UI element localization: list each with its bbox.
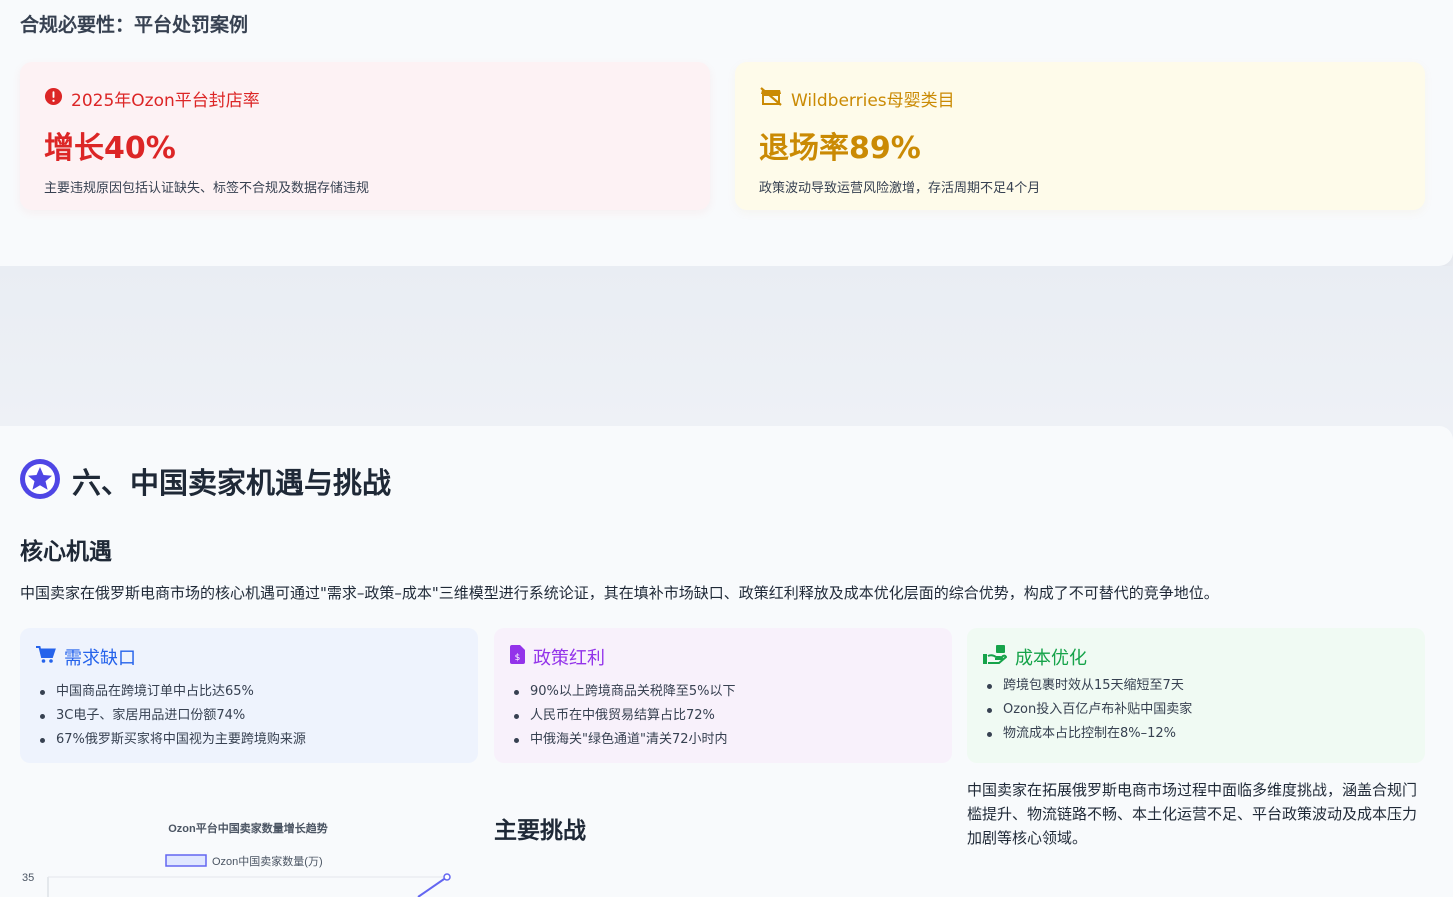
invoice-dollar-icon: $ [510,645,525,669]
opportunities-title: 核心机遇 [20,539,112,565]
opportunity-card-demand: 需求缺口 中国商品在跨境订单中占比达65% 3C电子、家居用品进口份额74% 6… [20,628,478,763]
hand-holding-dollar-icon [983,645,1008,669]
alert-circle-icon [44,87,63,111]
opportunity-card-title: 政策红利 [533,648,605,669]
section-gap [0,266,1453,426]
svg-text:$: $ [515,653,521,663]
list-item: 跨境包裹时效从15天缩短至7天 [983,674,1409,698]
case-value: 退场率89% [759,131,921,166]
opportunity-card-title: 需求缺口 [64,648,136,669]
data-point [443,873,451,881]
opportunity-card-title: 成本优化 [1015,648,1087,669]
list-item: 中国商品在跨境订单中占比达65% [36,680,462,704]
case-head-text: 2025年Ozon平台封店率 [71,91,260,111]
list-item: Ozon投入百亿卢布补贴中国卖家 [983,698,1409,722]
case-value: 增长40% [44,131,176,166]
cart-icon [36,645,56,669]
y-tick-label: 35 [22,872,34,884]
list-item: 90%以上跨境商品关税降至5%以下 [510,680,936,704]
opportunity-card-cost: 成本优化 跨境包裹时效从15天缩短至7天 Ozon投入百亿卢布补贴中国卖家 物流… [967,628,1425,763]
legend-swatch [165,854,207,867]
opportunity-card-policy: $ 政策红利 90%以上跨境商品关税降至5%以下 人民币在中俄贸易结算占比72%… [494,628,952,763]
opportunities-intro: 中国卖家在俄罗斯电商市场的核心机遇可通过"需求–政策–成本"三维模型进行系统论证… [20,584,1219,602]
star-badge-icon [20,459,60,503]
case-desc: 主要违规原因包括认证缺失、标签不合规及数据存储违规 [44,181,370,196]
list-item: 中俄海关"绿色通道"清关72小时内 [510,728,936,752]
case-card-wildberries: Wildberries母婴类目 退场率89% 政策波动导致运营风险激增，存活周期… [735,62,1425,210]
list-item: 物流成本占比控制在8%–12% [983,722,1409,746]
list-item: 3C电子、家居用品进口份额74% [36,704,462,728]
challenges-text: 中国卖家在拓展俄罗斯电商市场过程中面临多维度挑战，涵盖合规门槛提升、物流链路不畅… [967,781,1418,847]
challenges-title: 主要挑战 [494,818,586,844]
chart-title: Ozon平台中国卖家数量增长趋势 [168,821,328,835]
case-card-ozon: 2025年Ozon平台封店率 增长40% 主要违规原因包括认证缺失、标签不合规及… [20,62,710,210]
list-item: 67%俄罗斯买家将中国视为主要跨境购来源 [36,728,462,752]
series-line [417,876,448,897]
compliance-title: 合规必要性：平台处罚案例 [20,14,249,36]
chart-svg: Ozon平台中国卖家数量增长趋势 Ozon中国卖家数量(万) 35 [22,821,451,897]
store-slash-icon [759,86,783,111]
section-title: 六、中国卖家机遇与挑战 [72,466,392,500]
list-item: 人民币在中俄贸易结算占比72% [510,704,936,728]
seller-growth-chart: Ozon平台中国卖家数量增长趋势 Ozon中国卖家数量(万) 35 [20,805,480,897]
case-head-text: Wildberries母婴类目 [791,91,955,111]
compliance-panel: 合规必要性：平台处罚案例 2025年Ozon平台封店率 增长40% 主要违规原因… [0,0,1453,266]
legend-label: Ozon中国卖家数量(万) [212,854,323,868]
case-desc: 政策波动导致运营风险激增，存活周期不足4个月 [759,181,1041,196]
section-header: 六、中国卖家机遇与挑战 [20,459,391,503]
